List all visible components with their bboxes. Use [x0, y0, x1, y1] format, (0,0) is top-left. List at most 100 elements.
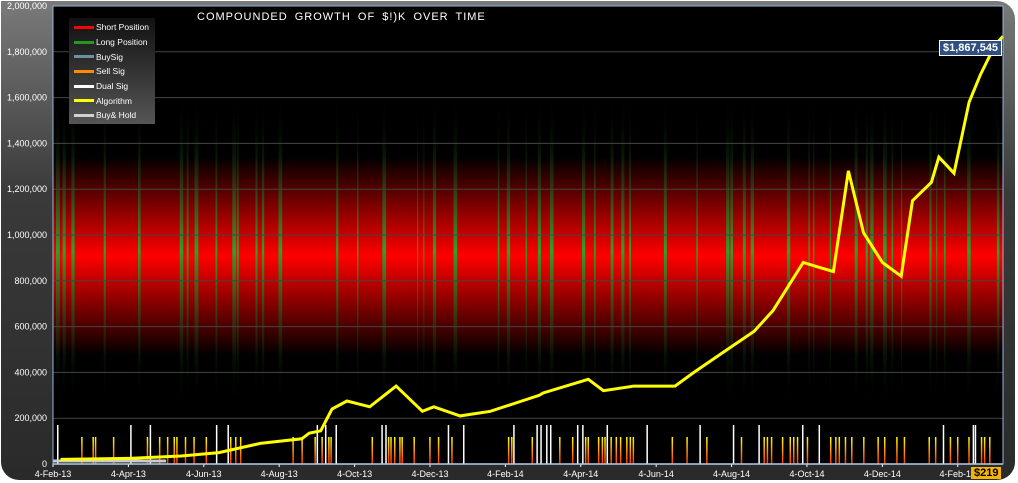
sell-signal-bar — [883, 437, 886, 464]
x-tick-label: 4-Jun-13 — [186, 469, 222, 479]
x-tick-label: 4-Feb-14 — [487, 469, 524, 479]
sell-signal-bar — [387, 437, 390, 464]
sell-signal-bar — [838, 437, 841, 464]
dual-signal-bar — [606, 425, 609, 464]
long-position-bar — [663, 96, 667, 406]
long-position-bar — [891, 96, 894, 406]
sell-signal-bar — [328, 437, 330, 464]
legend: Short Position Long Position BuySig Sell Si… — [69, 18, 155, 124]
sell-signal-bar — [792, 437, 795, 464]
sell-signal-bar — [626, 437, 628, 464]
long-position-bar — [808, 96, 810, 406]
dual-signal-bar — [699, 425, 701, 464]
dual-signal-bar — [215, 425, 218, 464]
sell-signal-bar — [956, 437, 959, 464]
sell-signal-bar — [671, 437, 674, 464]
legend-item: BuySig — [69, 49, 155, 64]
long-position-bar — [261, 96, 265, 406]
long-position-bar — [870, 96, 874, 406]
sell-signal-bar — [401, 437, 403, 464]
sell-signal-bar — [173, 437, 176, 464]
sell-signal-bar — [863, 437, 865, 464]
sell-signal-bar — [740, 437, 743, 464]
sell-signal-bar — [399, 437, 401, 464]
sell-signal-bar — [184, 437, 187, 464]
sell-signal-bar — [781, 437, 784, 464]
legend-swatch — [74, 113, 94, 117]
long-position-bar — [417, 96, 419, 406]
dual-signal-bar — [536, 425, 538, 464]
dual-signal-bar — [582, 425, 584, 464]
sell-signal-bar — [796, 437, 799, 464]
long-position-bar — [936, 96, 938, 406]
sell-signal-bar — [983, 437, 986, 464]
long-position-bar — [629, 96, 631, 406]
long-position-bar — [432, 96, 437, 406]
sell-signal-bar — [393, 437, 396, 464]
sell-signal-bar — [531, 437, 534, 464]
sell-signal-bar — [314, 437, 316, 464]
y-tick-label: 600,000 — [14, 322, 47, 332]
legend-item: Short Position — [69, 20, 155, 35]
x-tick-label: 4-Oct-14 — [789, 469, 824, 479]
dual-signal-bar — [801, 425, 804, 464]
sell-signal-bar — [511, 437, 513, 464]
sell-signal-bar — [205, 437, 208, 464]
long-position-bar — [549, 96, 554, 406]
sell-signal-bar — [176, 437, 178, 464]
long-position-bar — [929, 96, 932, 406]
sell-signal-bar — [763, 437, 765, 464]
sell-signal-bar — [413, 437, 415, 464]
x-tick-label: 4-Oct-13 — [337, 469, 372, 479]
sell-signal-bar — [610, 437, 612, 464]
legend-label: Long Position — [96, 37, 148, 48]
long-position-bar — [236, 96, 239, 406]
legend-label: Sell Sig — [96, 66, 125, 77]
legend-item: Buy& Hold — [69, 108, 155, 123]
dual-signal-bar — [546, 425, 548, 464]
legend-label: Buy& Hold — [96, 110, 137, 121]
sell-signal-bar — [619, 437, 622, 464]
legend-swatch — [74, 99, 94, 103]
long-position-bar — [186, 96, 189, 406]
legend-swatch — [74, 25, 94, 29]
long-position-bar — [194, 96, 199, 406]
sell-signal-bar — [330, 437, 332, 464]
sell-signal-bar — [390, 437, 392, 464]
sell-signal-bar — [903, 437, 906, 464]
long-position-bar — [610, 96, 614, 406]
long-position-bar — [138, 96, 141, 406]
x-tick-label: 4-Aug-14 — [713, 469, 750, 479]
sell-signal-bar — [766, 437, 769, 464]
dual-signal-bar — [57, 425, 59, 464]
long-position-bar — [742, 96, 746, 406]
sell-signal-bar — [239, 437, 242, 464]
long-position-bar — [582, 96, 586, 406]
sell-signal-bar — [829, 437, 832, 464]
long-position-bar — [730, 96, 734, 406]
dual-signal-bar — [732, 425, 735, 464]
sell-signal-bar — [896, 437, 898, 464]
long-position-bar — [786, 96, 791, 406]
sell-signal-bar — [371, 437, 374, 464]
long-position-bar — [621, 96, 625, 406]
legend-swatch — [74, 40, 94, 44]
long-position-bar — [900, 96, 903, 406]
long-position-bar — [943, 96, 946, 406]
dual-signal-bar — [381, 425, 383, 464]
legend-swatch — [74, 55, 94, 59]
legend-label: Short Position — [96, 22, 149, 33]
sell-signal-bar — [632, 437, 635, 464]
long-position-bar — [453, 96, 458, 406]
long-position-bar — [996, 96, 1000, 406]
y-tick-label: 1,200,000 — [7, 184, 47, 194]
sell-signal-bar — [835, 437, 837, 464]
long-position-bar — [56, 96, 60, 406]
long-position-bar — [62, 96, 66, 406]
sell-signal-bar — [629, 437, 632, 464]
long-position-bar — [423, 96, 425, 406]
x-tick-label: 4-Feb-13 — [35, 469, 72, 479]
sell-signal-bar — [928, 437, 930, 464]
sell-signal-bar — [507, 437, 510, 464]
sell-signal-bar — [851, 437, 853, 464]
